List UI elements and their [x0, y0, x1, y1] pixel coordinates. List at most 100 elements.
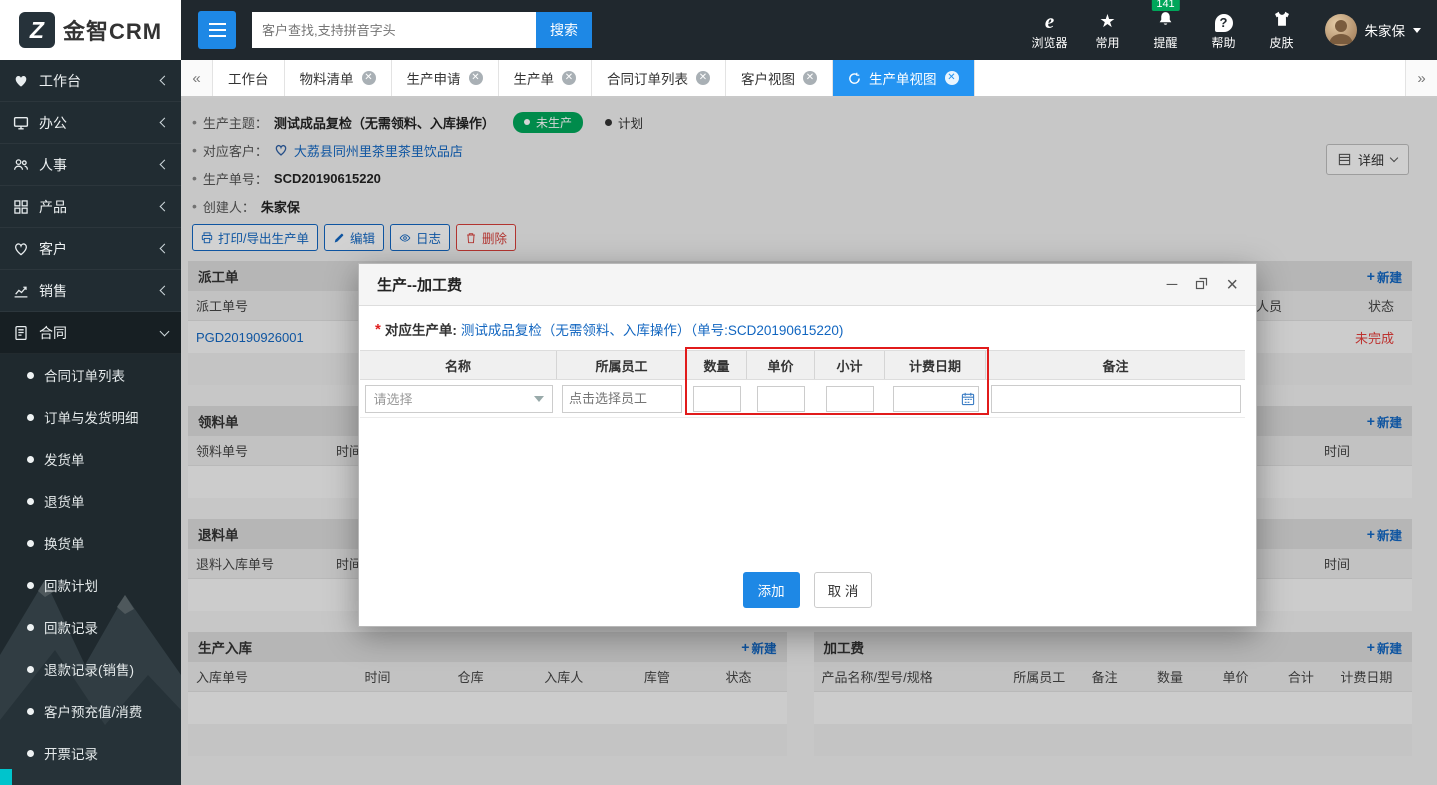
document-icon [15, 325, 27, 340]
reminder-count-badge: 141 [1151, 0, 1180, 11]
chart-line-icon [14, 286, 28, 298]
user-name: 朱家保 [1364, 24, 1406, 39]
production-order-link[interactable]: 测试成品复检（无需领料、入库操作）（单号:SCD20190615220) [461, 319, 844, 339]
bullet-icon [27, 581, 34, 589]
dialog-footer: 添加 取 消 [359, 560, 1256, 626]
sidebar-subitem-payment-record[interactable]: 回款记录 [0, 606, 181, 648]
dialog-production-processing-fee: 生产--加工费 ─ × * 对应生产单: 测试成品复检（无需领料、入库操作）（单… [358, 263, 1257, 627]
sidebar-subitem-contract-orders[interactable]: 合同订单列表 [0, 354, 181, 396]
tabs-scroll-right-button[interactable]: » [1405, 60, 1437, 96]
app-window: Z 金智CRM 搜索 e 浏览器 ★ 常用 141 提醒 [0, 0, 1437, 785]
corner-accent [0, 769, 12, 785]
search-input[interactable] [252, 12, 536, 48]
bullet-icon [27, 665, 34, 673]
search-button[interactable]: 搜索 [536, 12, 592, 48]
close-icon[interactable]: ✕ [944, 71, 959, 85]
sidebar-subitem-order-shipping-detail[interactable]: 订单与发货明细 [0, 396, 181, 438]
nav-help[interactable]: ? 帮助 [1195, 10, 1253, 51]
chevron-left-icon [159, 201, 170, 212]
close-icon[interactable]: ✕ [696, 71, 710, 85]
sidebar-subitem-shipping-order[interactable]: 发货单 [0, 438, 181, 480]
tab-production-request[interactable]: 生产申请 ✕ [391, 60, 499, 96]
unit-price-input[interactable] [757, 385, 805, 412]
bullet-icon [27, 455, 34, 463]
grid-icon [14, 199, 28, 214]
chevron-left-icon [159, 243, 170, 254]
fee-name-select[interactable]: 请选择 [364, 384, 553, 413]
refresh-icon [849, 72, 860, 84]
monitor-icon [13, 116, 29, 130]
sidebar-subitem-payment-plan[interactable]: 回款计划 [0, 564, 181, 606]
maximize-icon[interactable] [1195, 277, 1208, 293]
chevron-down-icon [159, 326, 170, 336]
star-icon: ★ [1099, 10, 1116, 31]
required-asterisk: * [375, 320, 381, 338]
tab-production-order[interactable]: 生产单 ✕ [498, 60, 592, 96]
tab-bom[interactable]: 物料清单 ✕ [284, 60, 392, 96]
bullet-icon [27, 623, 34, 631]
tabs-scroll-left-button[interactable]: « [181, 60, 213, 96]
add-button[interactable]: 添加 [742, 572, 800, 608]
close-icon[interactable]: × [1226, 275, 1238, 295]
close-icon[interactable]: ✕ [562, 71, 576, 85]
close-icon[interactable]: ✕ [468, 71, 483, 85]
sidebar-subitem-payment-invoice-stats[interactable]: 回款/开票统计 [0, 774, 181, 785]
calendar-icon[interactable] [961, 392, 975, 406]
chevron-down-icon [533, 395, 544, 402]
sidebar: 工作台 办公 人事 产品 客户 销售 合同 合同订单列表 订单与发货明细 发货单… [0, 60, 181, 785]
bullet-icon [27, 707, 34, 715]
subtotal-input[interactable] [826, 385, 874, 412]
help-icon: ? [1195, 10, 1253, 32]
minimize-icon[interactable]: ─ [1167, 277, 1178, 292]
sidebar-item-office[interactable]: 办公 [0, 102, 181, 144]
close-icon[interactable]: ✕ [803, 71, 817, 85]
sidebar-subitem-exchange-order[interactable]: 换货单 [0, 522, 181, 564]
sidebar-subitem-return-order[interactable]: 退货单 [0, 480, 181, 522]
heart-icon [15, 75, 27, 87]
tab-customer-view[interactable]: 客户视图 ✕ [726, 60, 833, 96]
user-menu[interactable]: 朱家保 [1324, 14, 1421, 46]
sidebar-subitem-prepaid-consume[interactable]: 客户预充值/消费 [0, 690, 181, 732]
chevron-down-icon [1413, 27, 1421, 33]
quantity-input[interactable] [693, 385, 741, 412]
sidebar-item-product[interactable]: 产品 [0, 186, 181, 228]
employee-picker-input[interactable] [562, 384, 682, 413]
user-avatar [1324, 14, 1357, 46]
cancel-button[interactable]: 取 消 [813, 572, 873, 608]
tab-workbench[interactable]: 工作台 [213, 60, 285, 96]
chevron-left-icon [159, 75, 170, 86]
billing-date-input[interactable] [893, 387, 961, 410]
close-icon[interactable]: ✕ [361, 71, 376, 85]
nav-reminders[interactable]: 141 提醒 [1137, 0, 1195, 51]
fee-entry-table: 名称 所属员工 数量 单价 小计 计费日期 备注 请选择 [360, 347, 1245, 418]
nav-skin[interactable]: 皮肤 [1253, 10, 1311, 51]
sidebar-subitem-refund-record[interactable]: 退款记录(销售) [0, 648, 181, 690]
sidebar-item-contract[interactable]: 合同 [0, 312, 181, 354]
remark-input[interactable] [990, 384, 1241, 413]
billing-date-field [892, 385, 979, 412]
sidebar-item-sales[interactable]: 销售 [0, 270, 181, 312]
dialog-title: 生产--加工费 [377, 277, 462, 294]
global-search: 搜索 [252, 12, 592, 48]
shirt-icon [1253, 10, 1311, 32]
nav-favorites[interactable]: ★ 常用 [1079, 10, 1137, 51]
users-icon [13, 158, 29, 170]
sidebar-item-hr[interactable]: 人事 [0, 144, 181, 186]
heart-outline-icon [15, 242, 27, 255]
dialog-header: 生产--加工费 ─ × [359, 264, 1256, 306]
browser-icon: e [1044, 8, 1055, 33]
tab-contract-orders[interactable]: 合同订单列表 ✕ [592, 60, 726, 96]
sidebar-menu: 工作台 办公 人事 产品 客户 销售 合同 合同订单列表 订单与发货明细 发货单… [0, 60, 181, 785]
sidebar-item-customer[interactable]: 客户 [0, 228, 181, 270]
chevron-left-icon [159, 117, 170, 128]
bullet-icon [27, 749, 34, 757]
fee-entry-row: 请选择 [360, 380, 1245, 418]
sidebar-item-workbench[interactable]: 工作台 [0, 60, 181, 102]
nav-browser[interactable]: e 浏览器 [1021, 10, 1079, 51]
sidebar-subitem-invoice-record[interactable]: 开票记录 [0, 732, 181, 774]
tab-production-order-view[interactable]: 生产单视图 ✕ [833, 60, 975, 96]
app-logo: Z 金智CRM [0, 0, 181, 60]
chevron-left-icon [159, 285, 170, 296]
sidebar-toggle-button[interactable] [198, 11, 236, 49]
table-column-headers: 名称 所属员工 数量 单价 小计 计费日期 备注 [360, 350, 1245, 380]
